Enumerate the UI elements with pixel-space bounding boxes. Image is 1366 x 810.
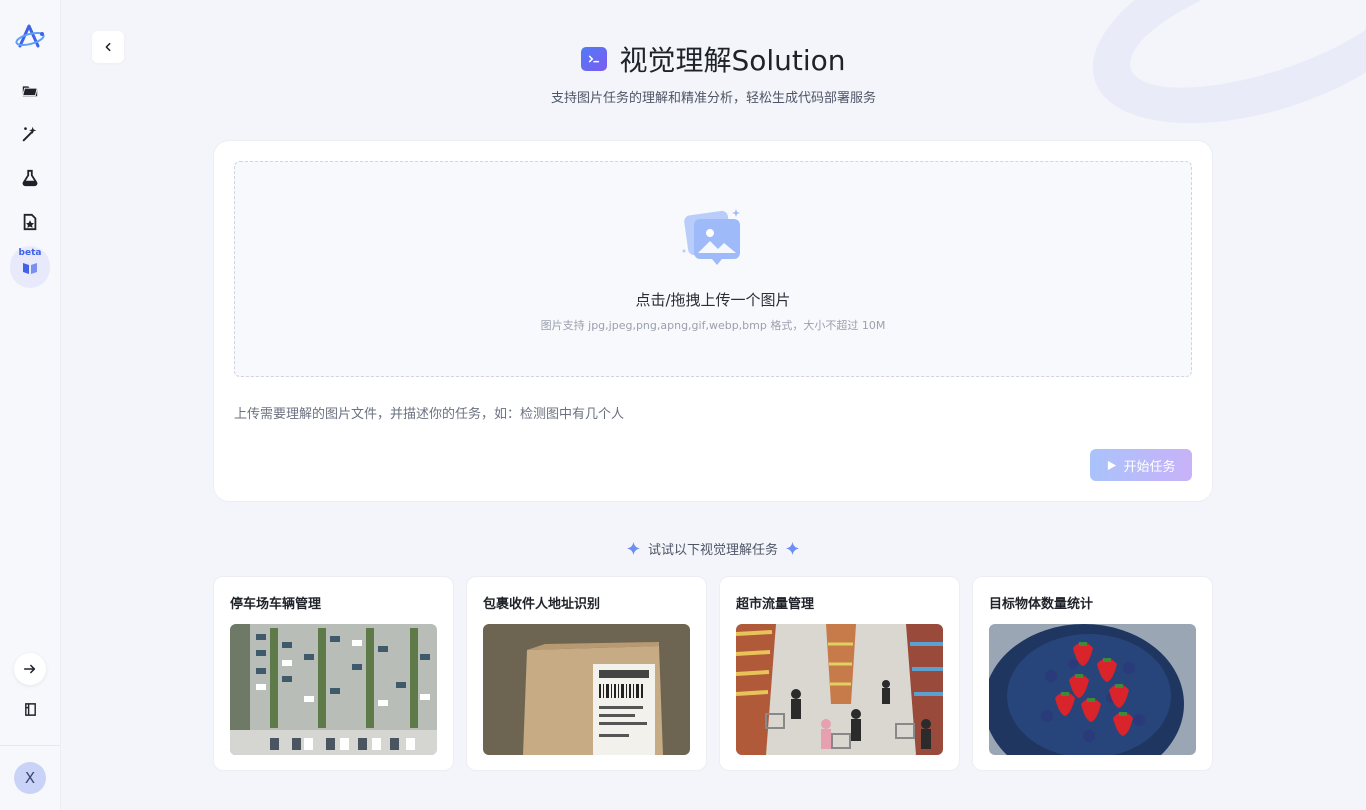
sample-card-title: 超市流量管理: [736, 597, 815, 612]
avatar[interactable]: X: [14, 762, 46, 794]
try-section-label: 试试以下视觉理解任务: [647, 542, 778, 558]
app-logo[interactable]: [14, 22, 46, 50]
sample-card-supermarket[interactable]: 超市流量管理: [719, 576, 960, 771]
page-title: 视觉理解Solution: [619, 44, 846, 77]
sample-card-title: 目标物体数量统计: [989, 597, 1094, 612]
dropzone-hint: 图片支持 jpg,jpeg,png,apng,gif,webp,bmp 格式，大…: [540, 319, 886, 332]
package-label-photo: [483, 624, 690, 755]
sidebar: beta X: [0, 0, 61, 810]
star-file-icon[interactable]: [14, 206, 46, 238]
sample-card-title: 停车场车辆管理: [230, 597, 322, 612]
sparkle-icon: [786, 541, 799, 555]
image-upload-icon: [682, 207, 746, 269]
beta-feature-button[interactable]: beta: [10, 246, 50, 288]
sparkle-icon: [626, 541, 640, 555]
sample-card-object-count[interactable]: 目标物体数量统计: [972, 576, 1213, 771]
start-task-button[interactable]: 开始任务: [1090, 449, 1192, 481]
dropzone-title: 点击/拖拽上传一个图片: [635, 291, 791, 309]
sample-card-package[interactable]: 包裹收件人地址识别: [466, 576, 707, 771]
book-icon[interactable]: [14, 693, 46, 725]
sample-card-parking[interactable]: 停车场车辆管理: [213, 576, 454, 771]
image-dropzone[interactable]: 点击/拖拽上传一个图片 图片支持 jpg,jpeg,png,apng,gif,w…: [234, 161, 1192, 377]
task-description-input[interactable]: [234, 403, 1192, 425]
expand-sidebar-button[interactable]: [14, 653, 46, 685]
sample-task-list: 停车场车辆管理 包裹收件人地址识别 超市流量管理 目标物体数量统计: [213, 576, 1213, 771]
page-subtitle: 支持图片任务的理解和精准分析，轻松生成代码部署服务: [550, 91, 876, 106]
strawberries-photo: [989, 624, 1196, 755]
beta-label: beta: [18, 248, 42, 258]
parking-lot-photo: [230, 624, 437, 755]
flask-icon[interactable]: [14, 162, 46, 194]
book-open-icon: [23, 263, 37, 274]
supermarket-photo: [736, 624, 943, 755]
page-header: 视觉理解Solution 支持图片任务的理解和精准分析，轻松生成代码部署服务: [61, 40, 1366, 106]
task-card: 点击/拖拽上传一个图片 图片支持 jpg,jpeg,png,apng,gif,w…: [213, 140, 1213, 502]
magic-icon[interactable]: [14, 118, 46, 150]
try-section-heading: 试试以下视觉理解任务: [213, 538, 1213, 558]
sample-card-title: 包裹收件人地址识别: [483, 597, 601, 612]
play-icon: [1108, 460, 1117, 470]
terminal-icon: [581, 47, 608, 71]
folder-icon[interactable]: [14, 74, 46, 106]
arrow-right-icon: [23, 664, 36, 674]
start-task-label: 开始任务: [1123, 459, 1176, 475]
sidebar-divider: [0, 745, 60, 746]
